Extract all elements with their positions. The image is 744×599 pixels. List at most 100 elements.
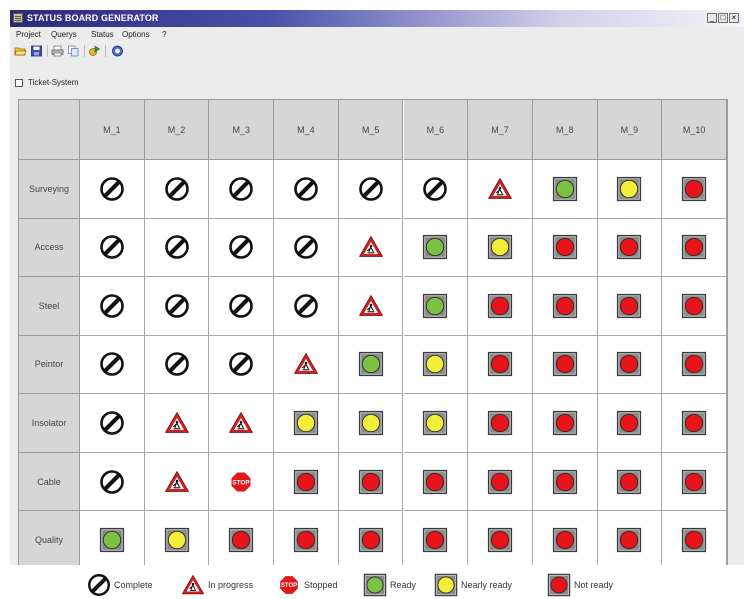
status-cell[interactable] (532, 394, 598, 453)
status-cell[interactable] (597, 394, 663, 453)
status-cell[interactable] (80, 394, 145, 453)
status-cell[interactable] (597, 277, 663, 336)
status-cell[interactable] (209, 335, 275, 395)
menu-options[interactable]: Options (122, 30, 150, 39)
status-cell[interactable] (274, 335, 339, 395)
status-cell[interactable] (209, 394, 275, 453)
status-cell[interactable] (80, 277, 145, 336)
status-cell[interactable] (468, 511, 533, 565)
status-cell[interactable] (662, 511, 727, 565)
column-header[interactable]: M_9 (597, 100, 663, 160)
status-cell[interactable] (338, 218, 404, 278)
column-header[interactable]: M_5 (338, 100, 404, 160)
status-cell[interactable] (338, 452, 404, 512)
status-cell[interactable] (403, 277, 469, 336)
status-cell[interactable] (209, 160, 275, 219)
status-cell[interactable] (144, 511, 210, 565)
status-cell[interactable] (144, 335, 210, 395)
copy-icon[interactable] (67, 45, 80, 57)
status-cell[interactable] (468, 160, 533, 219)
row-header[interactable]: Quality (19, 511, 80, 565)
status-cell[interactable] (338, 160, 404, 219)
menu-status[interactable]: Status (91, 30, 114, 39)
status-cell[interactable] (274, 511, 339, 565)
status-cell[interactable] (80, 335, 145, 395)
column-header[interactable]: M_2 (144, 100, 210, 160)
status-cell[interactable] (338, 511, 404, 565)
status-cell[interactable] (274, 218, 339, 278)
status-cell[interactable]: STOP (209, 452, 275, 512)
status-cell[interactable] (532, 277, 598, 336)
ticket-system-checkbox[interactable] (15, 79, 23, 87)
column-header[interactable]: M_4 (274, 100, 339, 160)
status-cell[interactable] (662, 394, 727, 453)
row-header[interactable]: Peintor (19, 335, 80, 395)
status-cell[interactable] (403, 218, 469, 278)
status-cell[interactable] (209, 277, 275, 336)
status-cell[interactable] (80, 511, 145, 565)
status-cell[interactable] (597, 452, 663, 512)
menu-help[interactable]: ? (162, 30, 166, 39)
row-header[interactable]: Steel (19, 277, 80, 336)
status-cell[interactable] (338, 394, 404, 453)
status-cell[interactable] (403, 511, 469, 565)
print-icon[interactable] (51, 45, 64, 57)
refresh-icon[interactable] (88, 45, 101, 57)
status-cell[interactable] (597, 160, 663, 219)
status-cell[interactable] (403, 160, 469, 219)
minimize-button[interactable]: _ (707, 13, 717, 23)
status-cell[interactable] (532, 452, 598, 512)
column-header[interactable]: M_7 (468, 100, 533, 160)
status-cell[interactable] (274, 160, 339, 219)
column-header[interactable]: M_8 (532, 100, 598, 160)
row-header[interactable]: Cable (19, 452, 80, 512)
column-header[interactable]: M_3 (209, 100, 275, 160)
folder-open-icon[interactable] (14, 45, 27, 57)
status-cell[interactable] (662, 277, 727, 336)
status-cell[interactable] (532, 511, 598, 565)
column-header[interactable]: M_1 (80, 100, 145, 160)
status-cell[interactable] (338, 335, 404, 395)
menu-querys[interactable]: Querys (51, 30, 77, 39)
status-cell[interactable] (468, 335, 533, 395)
status-cell[interactable] (532, 218, 598, 278)
status-cell[interactable] (597, 335, 663, 395)
status-cell[interactable] (274, 452, 339, 512)
status-cell[interactable] (468, 452, 533, 512)
status-cell[interactable] (403, 394, 469, 453)
status-cell[interactable] (80, 452, 145, 512)
status-cell[interactable] (662, 218, 727, 278)
status-cell[interactable] (597, 218, 663, 278)
status-cell[interactable] (468, 218, 533, 278)
maximize-button[interactable]: □ (718, 13, 728, 23)
status-cell[interactable] (144, 160, 210, 219)
status-cell[interactable] (144, 218, 210, 278)
row-header[interactable]: Surveying (19, 160, 80, 219)
title-bar[interactable]: STATUS BOARD GENERATOR _ □ × (10, 10, 744, 27)
status-cell[interactable] (209, 511, 275, 565)
status-cell[interactable] (468, 277, 533, 336)
status-cell[interactable] (274, 394, 339, 453)
status-cell[interactable] (338, 277, 404, 336)
status-cell[interactable] (144, 277, 210, 336)
column-header[interactable]: M_10 (662, 100, 727, 160)
status-cell[interactable] (209, 218, 275, 278)
status-cell[interactable] (662, 335, 727, 395)
status-cell[interactable] (144, 394, 210, 453)
column-header[interactable]: M_6 (403, 100, 469, 160)
status-cell[interactable] (662, 160, 727, 219)
row-header[interactable]: Access (19, 218, 80, 278)
status-cell[interactable] (80, 160, 145, 219)
status-cell[interactable] (403, 335, 469, 395)
status-cell[interactable] (662, 452, 727, 512)
menu-project[interactable]: Project (16, 30, 41, 39)
save-icon[interactable] (30, 45, 43, 57)
row-header[interactable]: Insolator (19, 394, 80, 453)
status-cell[interactable] (274, 277, 339, 336)
close-button[interactable]: × (729, 13, 739, 23)
status-cell[interactable] (532, 335, 598, 395)
status-cell[interactable] (468, 394, 533, 453)
status-cell[interactable] (532, 160, 598, 219)
status-cell[interactable] (144, 452, 210, 512)
status-cell[interactable] (403, 452, 469, 512)
